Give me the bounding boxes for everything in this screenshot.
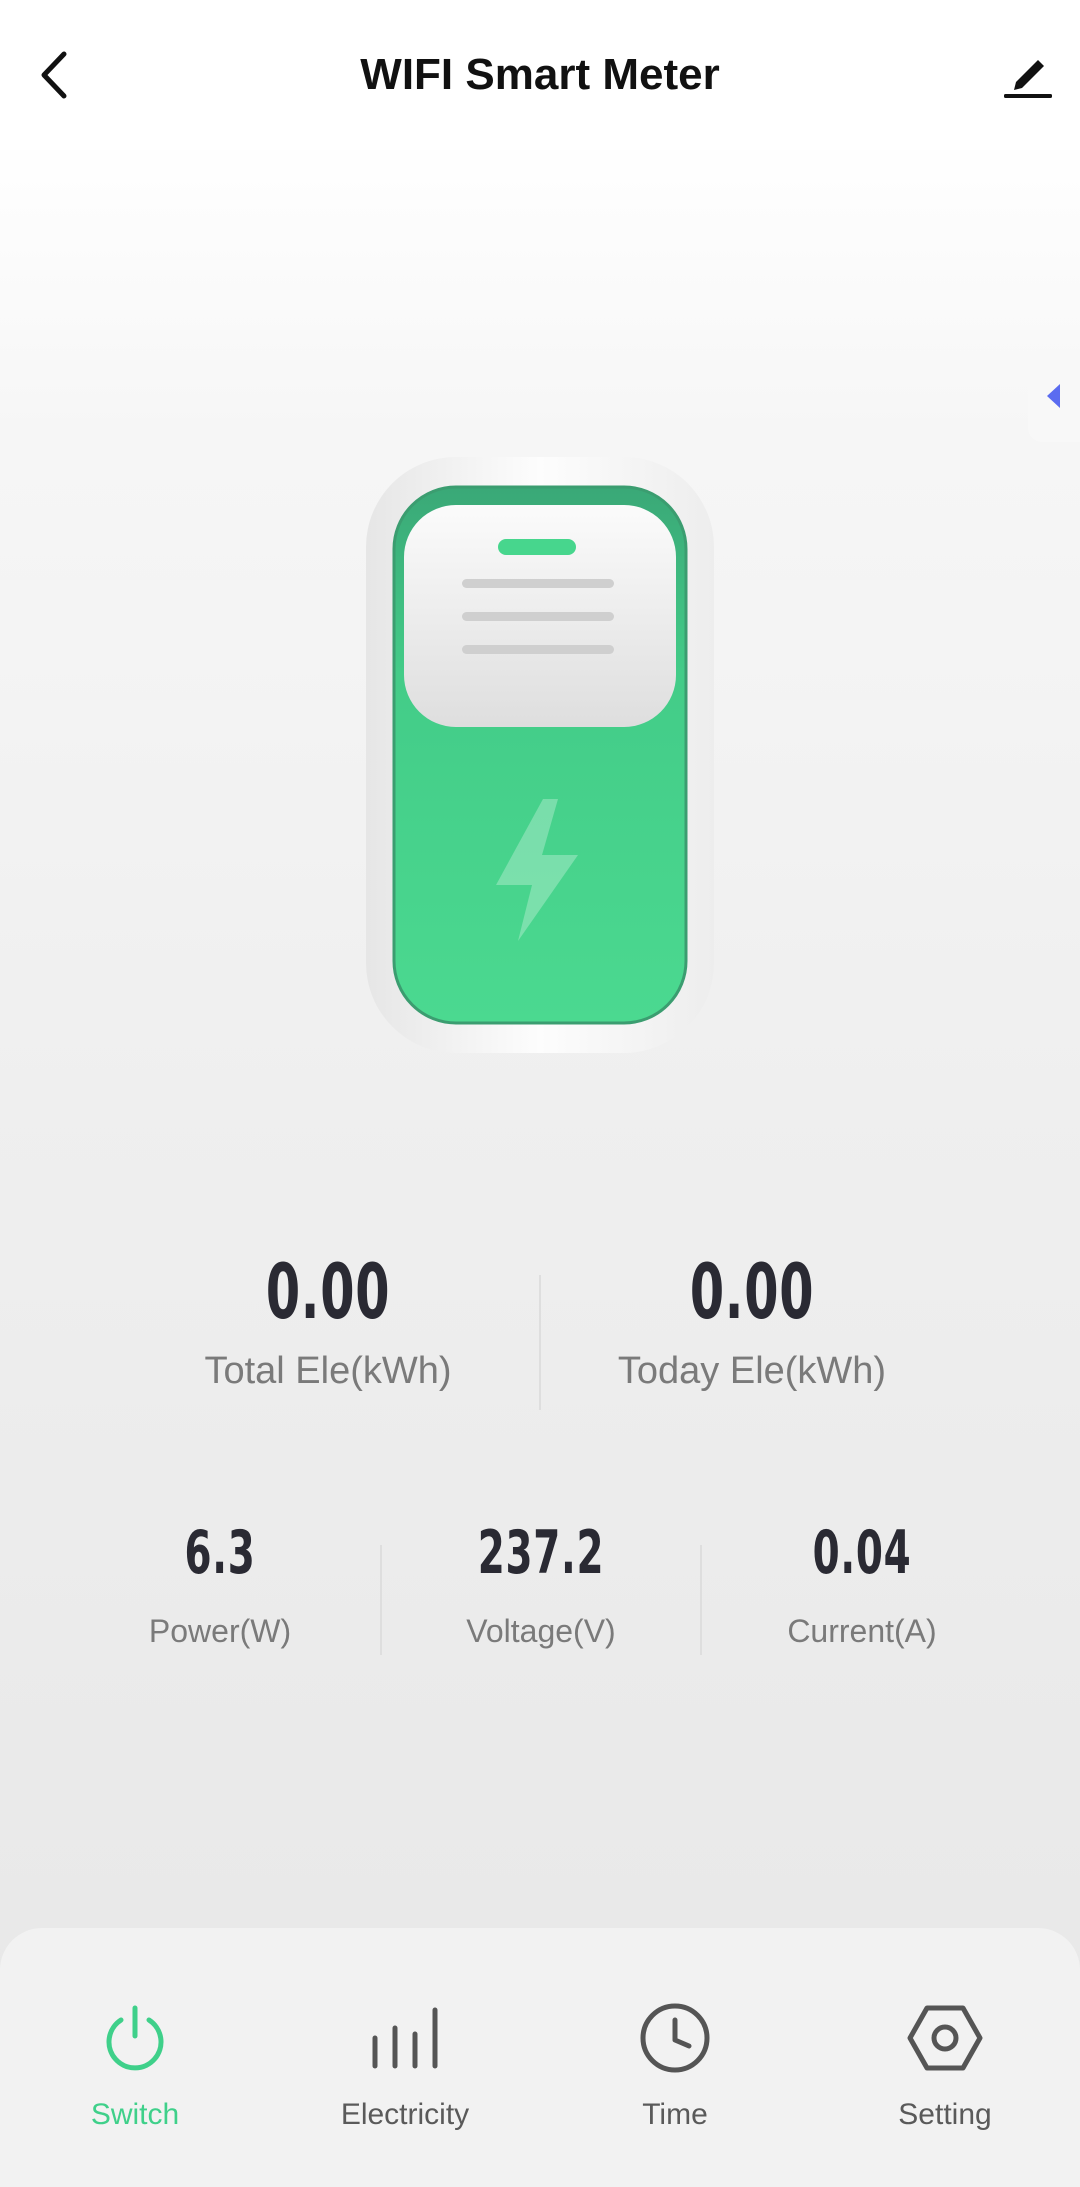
nav-item-time[interactable]: Time <box>540 1928 810 2187</box>
clock-icon <box>640 2003 710 2073</box>
nav-label: Setting <box>898 2098 992 2131</box>
device-switch-illustration[interactable] <box>362 455 718 1055</box>
today-energy-label: Today Ele(kWh) <box>617 1350 887 1392</box>
total-energy-value: 0.00 <box>265 1247 391 1336</box>
nav-label: Switch <box>90 2098 180 2131</box>
side-panel-toggle[interactable] <box>1028 350 1080 442</box>
today-energy-value: 0.00 <box>689 1247 815 1336</box>
edit-button[interactable] <box>998 42 1058 104</box>
voltage-value: 237.2 <box>477 1518 605 1588</box>
power-label: Power(W) <box>148 1613 292 1649</box>
total-energy-label: Total Ele(kWh) <box>204 1350 452 1392</box>
nav-item-switch[interactable]: Switch <box>0 1928 270 2187</box>
nav-item-setting[interactable]: Setting <box>810 1928 1080 2187</box>
bottom-navigation: Switch Electricity Time Setting <box>0 1928 1080 2187</box>
power-value: 6.3 <box>184 1518 256 1588</box>
pencil-icon <box>1004 60 1052 98</box>
app-header: WIFI Smart Meter <box>0 0 1080 150</box>
bar-chart-icon <box>372 2007 438 2069</box>
current-label: Current(A) <box>787 1613 937 1649</box>
page-title: WIFI Smart Meter <box>360 50 720 99</box>
nav-item-electricity[interactable]: Electricity <box>270 1928 540 2187</box>
nav-label: Time <box>642 2098 708 2131</box>
nav-label: Electricity <box>340 2098 470 2131</box>
voltage-label: Voltage(V) <box>466 1613 616 1649</box>
caret-left-icon <box>1047 384 1060 408</box>
smart-plug-illustration <box>366 457 714 1053</box>
stat-divider <box>539 1275 541 1410</box>
power-icon <box>106 2005 164 2071</box>
current-value: 0.04 <box>812 1518 912 1588</box>
settings-hex-icon <box>907 2005 983 2071</box>
